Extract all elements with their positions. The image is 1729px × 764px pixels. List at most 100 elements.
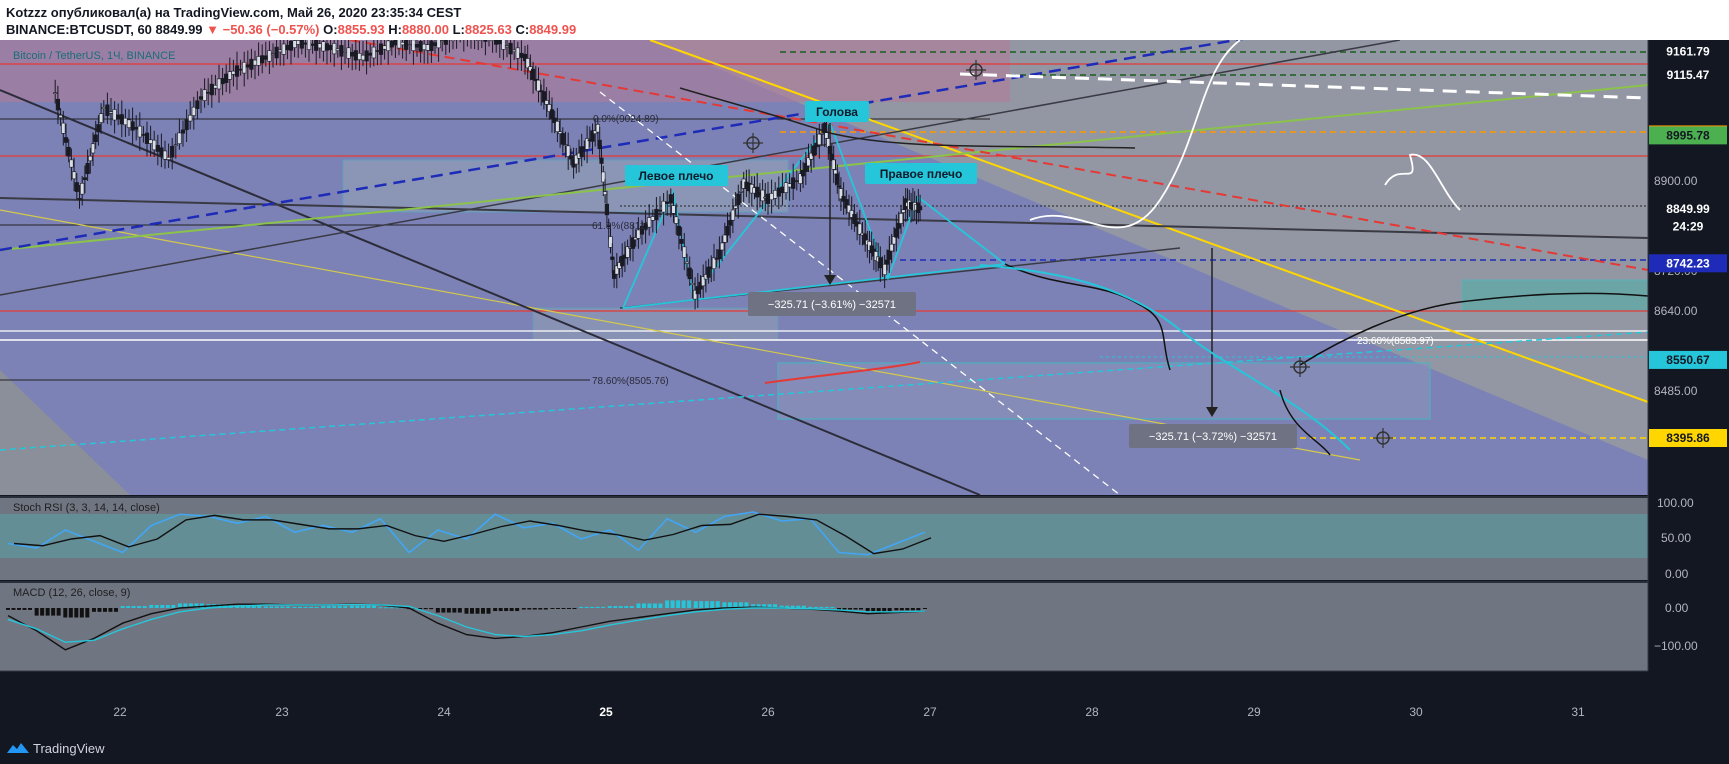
macd-hist-bar	[527, 608, 532, 610]
candle-body	[560, 133, 565, 145]
candle-body	[610, 256, 615, 260]
macd-hist-bar	[68, 608, 73, 618]
candle-body	[278, 49, 283, 53]
candle-body	[674, 216, 679, 224]
svg-text:−325.71 (−3.72%) −32571: −325.71 (−3.72%) −32571	[1149, 431, 1277, 443]
candle-body	[783, 182, 789, 193]
candle-body	[490, 40, 495, 41]
candle-body	[512, 49, 517, 52]
macd-hist-bar	[704, 601, 709, 608]
candle-body	[317, 43, 322, 49]
candle-body	[137, 125, 142, 138]
macd-hist-bar	[263, 606, 268, 608]
macd-hist-bar	[629, 606, 634, 608]
chart-canvas[interactable]: Bitcoin / TetherUS, 1Ч, BINANCE 0.0%(902…	[0, 40, 1729, 733]
symbol-label[interactable]: BINANCE:BTCUSDT, 60	[6, 22, 152, 37]
candle-body	[177, 132, 182, 144]
candle-body	[134, 127, 139, 130]
candle-body	[393, 40, 398, 46]
candle-body	[66, 146, 71, 157]
main-pane[interactable]: Bitcoin / TetherUS, 1Ч, BINANCE 0.0%(902…	[0, 40, 1649, 496]
candle-body	[857, 223, 862, 235]
candle-body	[597, 139, 602, 150]
time-axis[interactable]: 22 23 24 25 26 27 28 29 30 31	[0, 670, 1729, 733]
candle-body	[63, 137, 69, 143]
macd-hist-bar	[303, 606, 308, 608]
footer-brand[interactable]: TradingView	[33, 741, 105, 756]
candle-body	[180, 129, 186, 134]
macd-hist-bar	[6, 608, 10, 610]
candle-body	[260, 55, 265, 64]
candle-body	[252, 59, 258, 66]
candle-body	[549, 109, 555, 120]
candle-body	[682, 246, 687, 258]
macd-hist-bar	[796, 605, 801, 608]
macd-tick-0: 0.00	[1665, 601, 1689, 615]
macd-hist-bar	[154, 604, 159, 608]
candle-body	[599, 157, 604, 164]
macd-hist-bar	[292, 606, 297, 608]
macd-hist-bar	[97, 608, 102, 612]
candle-body	[436, 40, 441, 49]
macd-hist-bar	[79, 608, 84, 618]
candle-body	[671, 205, 676, 214]
candle-body	[432, 42, 438, 46]
candle-body	[263, 55, 268, 60]
candle-body	[563, 144, 568, 146]
macd-hist-bar	[113, 608, 118, 612]
candle-body	[494, 40, 499, 45]
candle-body	[242, 61, 247, 74]
candle-body	[407, 44, 412, 46]
candle-body	[530, 68, 536, 80]
candle-body	[198, 96, 204, 100]
candle-body	[773, 190, 778, 199]
candle-body	[450, 40, 456, 42]
right-shoulder-label: Правое плечо	[865, 163, 977, 184]
candle-body	[544, 100, 549, 105]
svg-text:8742.23: 8742.23	[1666, 256, 1710, 270]
tradingview-logo-icon[interactable]	[6, 741, 30, 755]
candle-body	[353, 50, 358, 61]
stoch-rsi-pane[interactable]: Stoch RSI (3, 3, 14, 14, close)	[0, 496, 1648, 580]
stoch-tick-50: 50.00	[1661, 531, 1691, 545]
macd-hist-bar	[314, 606, 319, 608]
candle-body	[722, 234, 727, 243]
candle-body	[195, 100, 200, 109]
macd-hist-bar	[641, 603, 646, 608]
macd-hist-bar	[355, 605, 360, 608]
candle-body	[657, 209, 663, 212]
candle-body	[836, 185, 842, 188]
macd-hist-bar	[165, 604, 170, 608]
macd-hist-bar	[515, 608, 520, 612]
macd-hist-bar	[493, 608, 498, 612]
candle-body	[234, 65, 240, 77]
close-value: 8849.99	[529, 22, 577, 37]
candle-body	[256, 56, 261, 66]
macd-hist-bar	[378, 607, 383, 609]
candle-body	[364, 50, 369, 62]
macd-hist-bar	[555, 608, 560, 609]
time-tick-29: 29	[1247, 705, 1261, 719]
candle-body	[55, 98, 60, 111]
svg-text:8995.78: 8995.78	[1666, 128, 1710, 142]
svg-text:−325.71 (−3.61%) −32571: −325.71 (−3.61%) −32571	[768, 299, 896, 311]
macd-hist-bar	[848, 608, 853, 610]
macd-hist-bar	[624, 606, 629, 608]
candle-body	[148, 139, 153, 144]
candle-body	[321, 41, 326, 52]
macd-hist-bar	[171, 604, 176, 608]
main-legend[interactable]: Bitcoin / TetherUS, 1Ч, BINANCE	[13, 50, 175, 62]
candle-body	[123, 117, 128, 126]
candle-body	[267, 50, 272, 62]
candle-body	[141, 134, 146, 136]
price-axis[interactable]: 8900.00 8720.00 8640.00 8485.00 9161.799…	[1647, 40, 1729, 671]
macd-hist-bar	[722, 602, 727, 608]
macd-hist-bar	[63, 608, 68, 618]
macd-pane[interactable]: MACD (12, 26, close, 9)	[0, 581, 1648, 671]
macd-legend[interactable]: MACD (12, 26, close, 9)	[13, 587, 130, 599]
stoch-legend[interactable]: Stoch RSI (3, 3, 14, 14, close)	[13, 502, 160, 514]
candle-body	[896, 222, 901, 229]
candle-body	[155, 144, 160, 152]
macd-hist-bar	[446, 608, 451, 613]
macd-hist-bar	[389, 607, 394, 609]
